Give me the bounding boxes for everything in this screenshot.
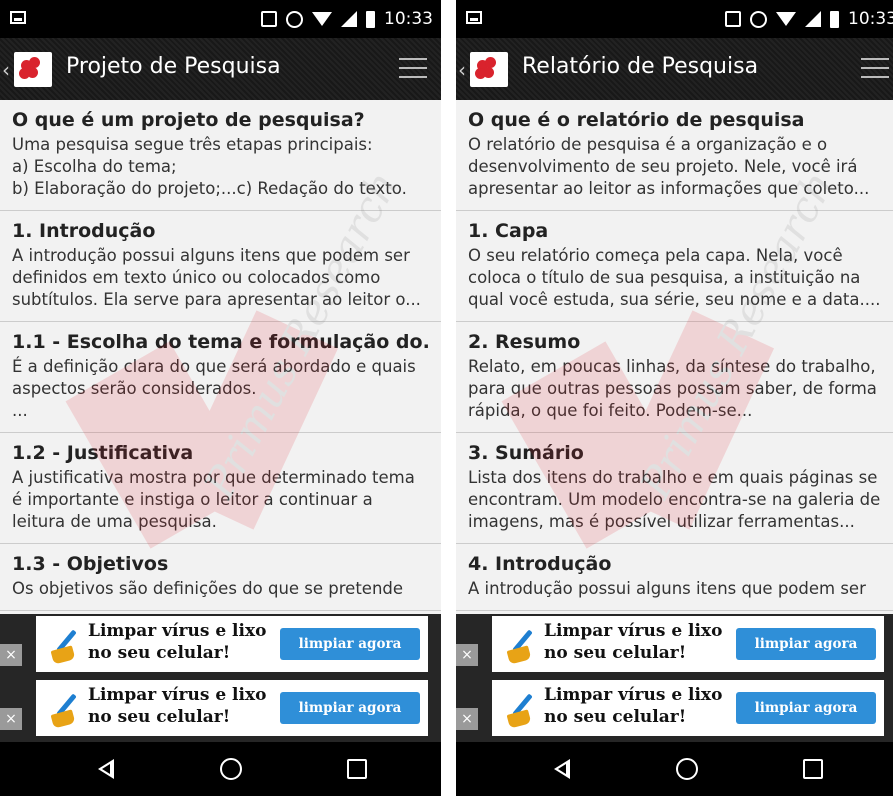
back-chevron-icon[interactable]: ‹ [458, 58, 466, 82]
list-item[interactable]: 2. Resumo Relato, em poucas linhas, da s… [456, 322, 893, 433]
hamburger-menu-icon[interactable] [861, 58, 889, 80]
item-title: O que é o relatório de pesquisa [468, 109, 805, 131]
item-title: 4. Introdução [468, 553, 612, 575]
ad-banner[interactable]: Limpar vírus e lixo no seu celular! limp… [456, 616, 884, 672]
item-summary: A introdução possui alguns itens que pod… [12, 246, 421, 309]
status-time: 10:33 [848, 9, 893, 29]
nav-back-icon[interactable] [550, 756, 576, 782]
item-title: 1. Capa [468, 220, 549, 242]
item-summary: O relatório de pesquisa é a organização … [468, 135, 870, 198]
app-logo[interactable] [470, 52, 508, 87]
list-item[interactable]: O que é o relatório de pesquisa O relató… [456, 100, 893, 211]
phone-screen-right: 10:33 ‹ Relatório de Pesquisa Primus Res… [456, 0, 893, 796]
system-nav-bar [0, 742, 441, 796]
item-title: 3. Sumário [468, 442, 584, 464]
list-item[interactable]: 4. Introdução A introdução possui alguns… [456, 544, 893, 611]
item-summary: A introdução possui alguns itens que pod… [468, 579, 866, 598]
signal-icon [341, 11, 357, 27]
system-nav-bar [456, 742, 893, 796]
item-summary: É a definição clara do que será abordado… [12, 357, 416, 420]
article-list: Primus Research O que é um projeto de pe… [0, 100, 441, 614]
back-chevron-icon[interactable]: ‹ [2, 58, 10, 82]
item-summary: A justificativa mostra por que determina… [12, 468, 415, 531]
ad-cta-button[interactable]: limpiar agora [280, 628, 420, 660]
ad-cta-button[interactable]: limpiar agora [280, 692, 420, 724]
item-summary: Uma pesquisa segue três etapas principai… [12, 135, 407, 198]
close-icon[interactable]: × [0, 708, 22, 730]
app-logo[interactable] [14, 52, 52, 87]
ad-banner[interactable]: Limpar vírus e lixo no seu celular! limp… [0, 616, 428, 672]
item-summary: O seu relatório começa pela capa. Nela, … [468, 246, 881, 309]
broom-icon [504, 692, 540, 729]
item-title: O que é um projeto de pesquisa? [12, 109, 365, 131]
list-item[interactable]: O que é um projeto de pesquisa? Uma pesq… [0, 100, 441, 211]
ad-text: Limpar vírus e lixo no seu celular! [88, 685, 267, 727]
item-summary: Relato, em poucas linhas, da síntese do … [468, 357, 877, 420]
alarm-icon [750, 10, 767, 28]
phone-screen-left: 10:33 ‹ Projeto de Pesquisa Primus Resea… [0, 0, 441, 796]
ad-text: Limpar vírus e lixo no seu celular! [88, 621, 267, 663]
nav-recents-icon[interactable] [800, 756, 826, 782]
broom-icon [48, 628, 84, 665]
item-summary: Os objetivos são definições do que se pr… [12, 579, 404, 598]
hamburger-menu-icon[interactable] [399, 58, 427, 80]
ad-banner-area: Limpar vírus e lixo no seu celular! limp… [456, 614, 893, 742]
status-bar: 10:33 [456, 0, 893, 38]
close-icon[interactable]: × [456, 644, 478, 666]
list-item[interactable]: 1.1 - Escolha do tema e formulação do...… [0, 322, 441, 433]
list-item[interactable]: 1. Introdução A introdução possui alguns… [0, 211, 441, 322]
notification-image-icon [10, 11, 26, 24]
vibrate-icon [261, 11, 277, 27]
notification-image-icon [466, 11, 482, 24]
ad-text: Limpar vírus e lixo no seu celular! [544, 685, 723, 727]
battery-icon [830, 10, 839, 28]
page-title: Relatório de Pesquisa [522, 54, 759, 79]
list-item[interactable]: 1.3 - Objetivos Os objetivos são definiç… [0, 544, 441, 611]
close-icon[interactable]: × [456, 708, 478, 730]
list-item[interactable]: 1. Capa O seu relatório começa pela capa… [456, 211, 893, 322]
close-icon[interactable]: × [0, 644, 22, 666]
app-bar: ‹ Projeto de Pesquisa [0, 38, 441, 100]
broom-icon [504, 628, 540, 665]
vibrate-icon [725, 11, 741, 27]
ad-text: Limpar vírus e lixo no seu celular! [544, 621, 723, 663]
signal-icon [805, 11, 821, 27]
item-title: 2. Resumo [468, 331, 581, 353]
item-title: 1.2 - Justificativa [12, 442, 194, 464]
item-title: 1.3 - Objetivos [12, 553, 169, 575]
item-title: 1.1 - Escolha do tema e formulação do... [12, 331, 429, 353]
status-bar: 10:33 [0, 0, 441, 38]
wifi-icon [312, 12, 332, 26]
article-list: Primus Research O que é o relatório de p… [456, 100, 893, 614]
nav-home-icon[interactable] [218, 756, 244, 782]
ad-cta-button[interactable]: limpiar agora [736, 628, 876, 660]
status-time: 10:33 [384, 9, 433, 29]
wifi-icon [776, 12, 796, 26]
ad-cta-button[interactable]: limpiar agora [736, 692, 876, 724]
alarm-icon [286, 10, 303, 28]
ad-banner[interactable]: Limpar vírus e lixo no seu celular! limp… [0, 680, 428, 736]
app-bar: ‹ Relatório de Pesquisa [456, 38, 893, 100]
list-item[interactable]: 3. Sumário Lista dos itens do trabalho e… [456, 433, 893, 544]
item-summary: Lista dos itens do trabalho e em quais p… [468, 468, 881, 531]
nav-home-icon[interactable] [674, 756, 700, 782]
ad-banner-area: Limpar vírus e lixo no seu celular! limp… [0, 614, 441, 742]
item-title: 1. Introdução [12, 220, 156, 242]
page-title: Projeto de Pesquisa [66, 54, 281, 79]
nav-recents-icon[interactable] [344, 756, 370, 782]
battery-icon [366, 10, 375, 28]
ad-banner[interactable]: Limpar vírus e lixo no seu celular! limp… [456, 680, 884, 736]
list-item[interactable]: 1.2 - Justificativa A justificativa most… [0, 433, 441, 544]
broom-icon [48, 692, 84, 729]
nav-back-icon[interactable] [94, 756, 120, 782]
